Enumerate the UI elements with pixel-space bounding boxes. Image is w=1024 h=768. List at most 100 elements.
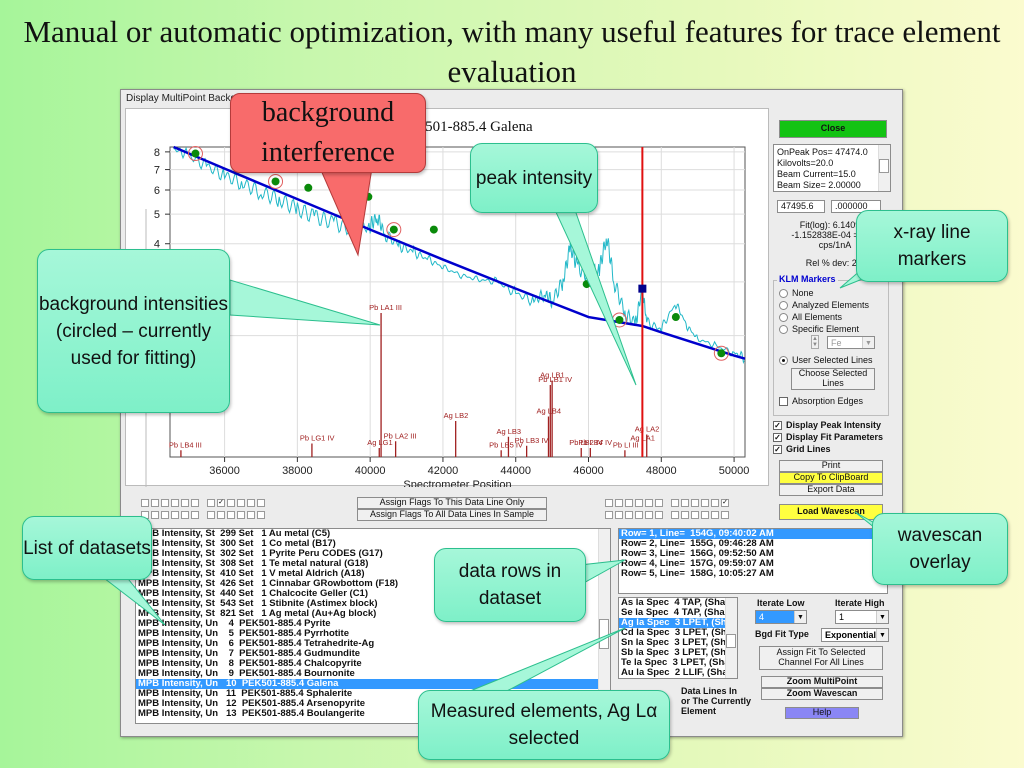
flag-checkbox[interactable] bbox=[207, 511, 215, 519]
radio-icon bbox=[779, 300, 788, 310]
list-item[interactable]: Row= 5, Line= 158G, 10:05:27 AM bbox=[619, 569, 887, 579]
flag-checkbox[interactable] bbox=[227, 511, 235, 519]
flag-checkbox[interactable] bbox=[257, 499, 265, 507]
flag-checkbox[interactable]: ✓ bbox=[217, 499, 225, 507]
flag-checkbox[interactable] bbox=[655, 511, 663, 519]
element-list[interactable]: As la Spec 4 TAP, (Shared Se la Spec 4 TA… bbox=[618, 597, 738, 679]
assign-flags-sample-button[interactable]: Assign Flags To All Data Lines In Sample bbox=[357, 509, 547, 521]
flag-checkbox[interactable] bbox=[161, 511, 169, 519]
choose-selected-lines-button[interactable]: Choose Selected Lines bbox=[791, 368, 875, 390]
flag-checkboxes-line-2: ✓ bbox=[605, 499, 729, 507]
flag-checkbox[interactable] bbox=[191, 499, 199, 507]
zoom-multipoint-button[interactable]: Zoom MultiPoint bbox=[761, 676, 883, 688]
flag-checkbox[interactable] bbox=[711, 511, 719, 519]
radio-analyzed-elements[interactable]: Analyzed Elements bbox=[779, 300, 869, 310]
info-line: OnPeak Pos= 47474.0 bbox=[777, 147, 868, 157]
flag-checkbox[interactable] bbox=[207, 499, 215, 507]
assign-flags-line-button[interactable]: Assign Flags To This Data Line Only bbox=[357, 497, 547, 509]
background-point bbox=[271, 177, 280, 186]
note-line2: or The Currently bbox=[681, 696, 752, 706]
data-rows: Row= 1, Line= 154G, 09:40:02 AM Row= 2, L… bbox=[619, 529, 887, 579]
flag-checkbox[interactable] bbox=[605, 499, 613, 507]
print-button[interactable]: Print bbox=[779, 460, 883, 472]
flag-checkbox[interactable] bbox=[681, 499, 689, 507]
flag-checkbox[interactable] bbox=[691, 499, 699, 507]
display-fit-parameters-checkbox[interactable]: ✓ Display Fit Parameters bbox=[773, 432, 883, 442]
flag-checkbox[interactable] bbox=[237, 511, 245, 519]
flag-checkbox[interactable] bbox=[247, 499, 255, 507]
flag-checkboxes-sample-2 bbox=[605, 511, 729, 519]
element-select[interactable]: Fe ▼ bbox=[827, 336, 875, 349]
list-item[interactable]: Au la Spec 2 LLIF, (Shar bbox=[619, 668, 737, 678]
flag-checkbox[interactable] bbox=[681, 511, 689, 519]
flag-checkbox[interactable] bbox=[237, 499, 245, 507]
help-button[interactable]: Help bbox=[785, 707, 859, 719]
info-scrollbar[interactable] bbox=[878, 145, 890, 191]
klm-marker-label: Pb LA1 III bbox=[369, 303, 402, 312]
flag-checkbox[interactable] bbox=[645, 499, 653, 507]
peak-intensity-marker bbox=[638, 284, 647, 293]
element-spinner[interactable]: ▲ ▼ bbox=[811, 335, 819, 349]
radio-none[interactable]: None bbox=[779, 288, 814, 298]
flag-checkbox[interactable] bbox=[615, 499, 623, 507]
info-line: Beam Size= 2.00000 bbox=[777, 180, 861, 190]
klm-marker-label: Ag LB2 bbox=[444, 411, 469, 420]
assign-fit-button[interactable]: Assign Fit To Selected Channel For All L… bbox=[759, 646, 883, 670]
x-tick-label: 46000 bbox=[573, 465, 604, 477]
klm-marker-label: Pb LB4 III bbox=[169, 440, 202, 449]
radio-user-selected-lines[interactable]: User Selected Lines bbox=[779, 355, 873, 365]
x-axis-label: Spectrometer Position bbox=[403, 479, 511, 487]
flag-checkbox[interactable] bbox=[635, 511, 643, 519]
flag-checkbox[interactable] bbox=[625, 499, 633, 507]
absorption-edges-checkbox[interactable]: Absorption Edges bbox=[779, 396, 863, 406]
iterate-high-select[interactable]: 1 ▼ bbox=[835, 610, 889, 624]
flag-checkbox[interactable] bbox=[691, 511, 699, 519]
iterate-low-select[interactable]: 4 ▼ bbox=[755, 610, 807, 624]
y-tick-label: 5 bbox=[154, 209, 160, 221]
flag-checkbox[interactable] bbox=[141, 499, 149, 507]
flag-checkbox[interactable]: ✓ bbox=[721, 499, 729, 507]
flag-checkbox[interactable] bbox=[655, 499, 663, 507]
flag-checkbox[interactable] bbox=[671, 499, 679, 507]
klm-marker-label: Pb LB4 IV bbox=[578, 438, 612, 447]
radio-icon bbox=[779, 312, 788, 322]
flag-checkbox[interactable] bbox=[161, 499, 169, 507]
load-wavescan-button[interactable]: Load Wavescan bbox=[779, 504, 883, 520]
display-peak-intensity-checkbox[interactable]: ✓ Display Peak Intensity bbox=[773, 420, 881, 430]
flag-checkbox[interactable] bbox=[171, 511, 179, 519]
export-data-button[interactable]: Export Data bbox=[779, 484, 883, 496]
radio-specific-element[interactable]: Specific Element bbox=[779, 324, 859, 334]
flag-checkbox[interactable] bbox=[151, 499, 159, 507]
flag-checkbox[interactable] bbox=[191, 511, 199, 519]
flag-checkbox[interactable] bbox=[217, 511, 225, 519]
flag-checkbox[interactable] bbox=[181, 511, 189, 519]
position-field[interactable]: 47495.6 bbox=[777, 200, 825, 213]
data-rows-list[interactable]: Row= 1, Line= 154G, 09:40:02 AM Row= 2, L… bbox=[618, 528, 888, 594]
flag-checkbox[interactable] bbox=[151, 511, 159, 519]
close-button[interactable]: Close bbox=[779, 120, 887, 138]
flag-checkbox[interactable] bbox=[711, 499, 719, 507]
flag-checkbox[interactable] bbox=[615, 511, 623, 519]
background-point bbox=[389, 225, 398, 234]
flag-checkbox[interactable] bbox=[645, 511, 653, 519]
info-box[interactable]: OnPeak Pos= 47474.0 Kilovolts=20.0 Beam … bbox=[773, 144, 891, 192]
bgd-fit-type-select[interactable]: Exponential ▼ bbox=[821, 628, 889, 642]
flag-checkbox[interactable] bbox=[247, 511, 255, 519]
flag-checkbox[interactable] bbox=[721, 511, 729, 519]
grid-lines-checkbox[interactable]: ✓ Grid Lines bbox=[773, 444, 831, 454]
flag-checkbox[interactable] bbox=[701, 511, 709, 519]
zoom-wavescan-button[interactable]: Zoom Wavescan bbox=[761, 688, 883, 700]
flag-checkbox[interactable] bbox=[181, 499, 189, 507]
flag-checkbox[interactable] bbox=[625, 511, 633, 519]
element-scrollbar[interactable] bbox=[725, 598, 737, 678]
flag-checkbox[interactable] bbox=[257, 511, 265, 519]
radio-all-elements[interactable]: All Elements bbox=[779, 312, 842, 322]
flag-checkbox[interactable] bbox=[635, 499, 643, 507]
flag-checkbox[interactable] bbox=[227, 499, 235, 507]
copy-to-clipboard-button[interactable]: Copy To ClipBoard bbox=[779, 472, 883, 484]
flag-checkbox[interactable] bbox=[171, 499, 179, 507]
flag-checkbox[interactable] bbox=[701, 499, 709, 507]
flag-checkbox[interactable] bbox=[605, 511, 613, 519]
element-rows: As la Spec 4 TAP, (Shared Se la Spec 4 TA… bbox=[619, 598, 737, 678]
flag-checkbox[interactable] bbox=[671, 511, 679, 519]
